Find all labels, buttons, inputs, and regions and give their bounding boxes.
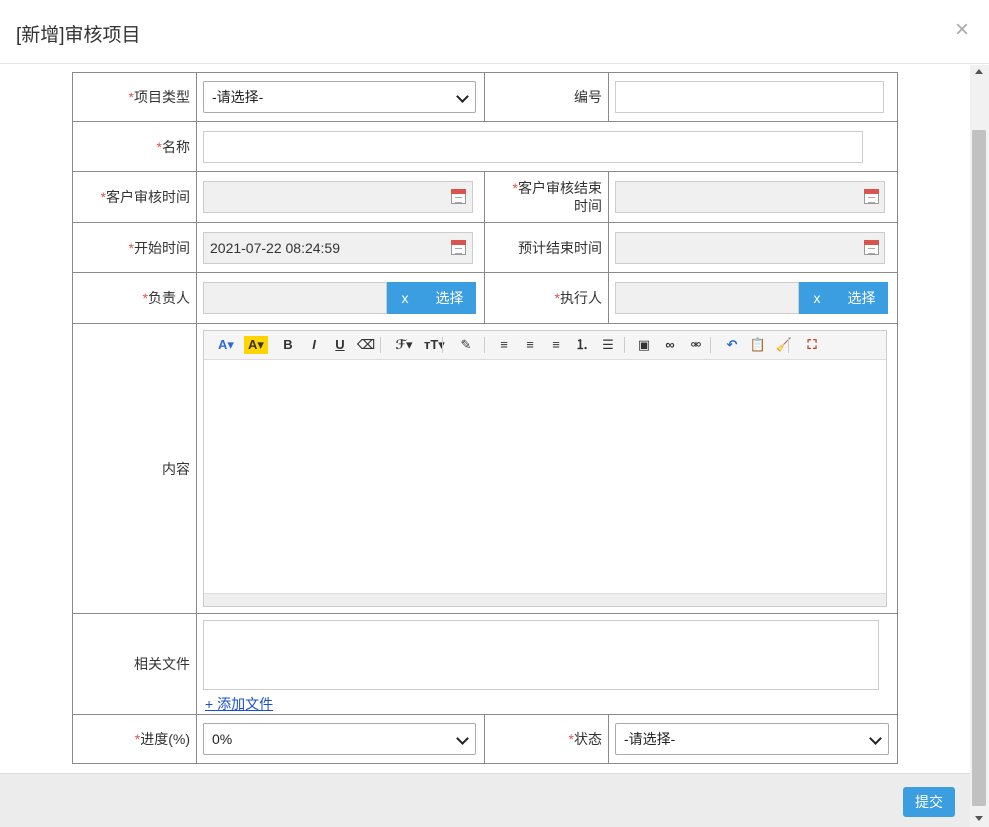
start-time-input[interactable] [203,231,473,264]
editor-content-area[interactable] [204,360,886,593]
align-left-icon[interactable]: ≡ [494,336,514,354]
dialog-title: [新增]审核项目 [16,25,141,46]
client-audit-end-label: *客户审核结束 时间 [484,171,609,223]
paste-icon[interactable]: 📋 [748,336,768,354]
align-right-icon[interactable]: ≡ [546,336,566,354]
chevron-down-icon [869,732,882,745]
font-color-icon[interactable]: A▾ [216,336,236,354]
owner-label: *负责人 [72,272,197,324]
project-type-select[interactable]: -请选择- [203,81,476,113]
status-select[interactable]: -请选择- [615,723,889,755]
client-audit-end-input[interactable] [615,181,885,213]
ordered-list-icon[interactable]: ⒈ [572,336,592,354]
dialog-header: [新增]审核项目 × [0,0,989,64]
executor-clear-button[interactable]: x [799,282,835,314]
toolbar-separator [710,337,711,353]
toolbar-separator [624,337,625,353]
editor-toolbar: A▾ A▾ B I U ⌫ ℱ▾ ᴛT▾ ✎ ≡ ≡ ≡ ⒈ ☰ ▣ ∞ ⚮ ↶ 📋 🧹 ⛶ [204,331,886,360]
calendar-icon[interactable] [864,239,879,255]
file-list-box [203,620,879,690]
vertical-scrollbar[interactable] [970,65,989,827]
client-audit-time-label: *客户审核时间 [72,171,197,223]
rich-text-editor: A▾ A▾ B I U ⌫ ℱ▾ ᴛT▾ ✎ ≡ ≡ ≡ ⒈ ☰ ▣ ∞ ⚮ ↶ 📋 🧹 ⛶ [203,330,887,607]
scroll-up-icon[interactable] [975,69,983,74]
font-size-icon[interactable]: ᴛT▾ [424,336,445,354]
add-file-link[interactable]: + 添加文件 [205,694,273,714]
fullscreen-icon[interactable]: ⛶ [802,336,822,354]
files-label: 相关文件 [72,613,197,715]
number-label: 编号 [484,72,609,122]
font-family-icon[interactable]: ℱ▾ [394,336,414,354]
executor-picker: x 选择 [615,282,889,314]
unordered-list-icon[interactable]: ☰ [598,336,618,354]
italic-icon[interactable]: I [304,336,324,354]
close-icon[interactable]: × [955,16,969,44]
unlink-icon[interactable]: ⚮ [686,336,706,354]
executor-label: *执行人 [484,272,609,324]
name-label: *名称 [72,121,197,172]
executor-input[interactable] [615,282,799,314]
clean-icon[interactable]: 🧹 [774,336,794,354]
scroll-down-icon[interactable] [975,816,983,821]
toolbar-separator [442,337,443,353]
name-input[interactable] [203,130,863,163]
scrollbar-thumb[interactable] [972,130,986,806]
format-painter-icon[interactable]: ✎ [456,336,476,354]
highlight-icon[interactable]: A▾ [244,336,268,354]
submit-button[interactable]: 提交 [903,787,955,817]
undo-icon[interactable]: ↶ [722,336,742,354]
client-audit-time-input[interactable] [203,181,473,213]
owner-choose-button[interactable]: 选择 [423,282,476,314]
align-center-icon[interactable]: ≡ [520,336,540,354]
image-icon[interactable]: ▣ [634,336,654,354]
number-input[interactable] [615,81,884,113]
bold-icon[interactable]: B [278,336,298,354]
owner-picker: x 选择 [203,282,476,314]
project-form: *项目类型 -请选择- 编号 *名称 *客户审核时间 *客户审核结束 时间 *开始… [72,72,898,764]
content-label: 内容 [72,323,197,614]
dialog-body: *项目类型 -请选择- 编号 *名称 *客户审核时间 *客户审核结束 时间 *开始… [0,65,970,773]
toolbar-separator [484,337,485,353]
toolbar-separator [380,337,381,353]
chevron-down-icon [456,732,469,745]
start-time-label: *开始时间 [72,222,197,273]
calendar-icon[interactable] [451,239,466,255]
planned-end-input[interactable] [615,231,885,264]
toolbar-separator [788,337,789,353]
progress-label: *进度(%) [72,714,197,764]
planned-end-label: 预计结束时间 [484,222,609,273]
link-icon[interactable]: ∞ [660,336,680,354]
progress-select[interactable]: 0% [203,723,476,755]
calendar-icon[interactable] [864,189,879,204]
executor-choose-button[interactable]: 选择 [835,282,888,314]
editor-statusbar [204,593,886,606]
chevron-down-icon [456,90,469,103]
underline-icon[interactable]: U [330,336,350,354]
project-type-label: *项目类型 [72,72,197,122]
calendar-icon[interactable] [451,189,466,204]
dialog-footer: 提交 [0,773,970,827]
status-label: *状态 [484,714,609,764]
eraser-icon[interactable]: ⌫ [356,336,376,354]
owner-clear-button[interactable]: x [387,282,423,314]
owner-input[interactable] [203,282,387,314]
